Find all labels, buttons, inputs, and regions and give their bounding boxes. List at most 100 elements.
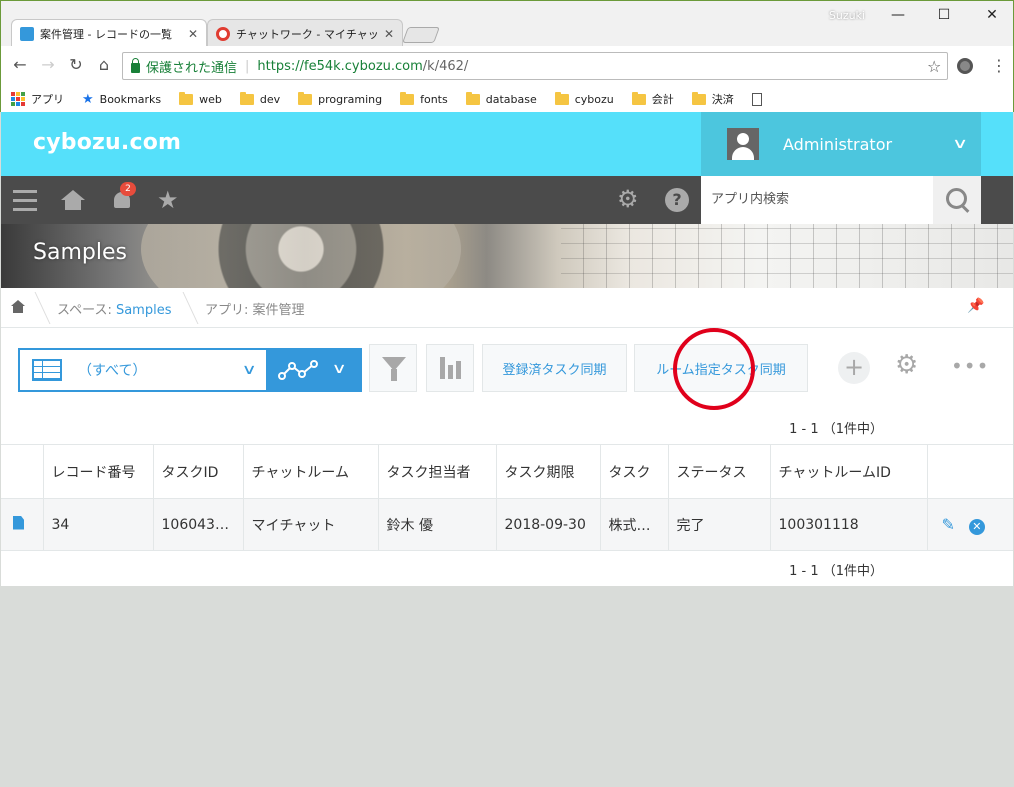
- record-detail-cell[interactable]: [1, 498, 44, 551]
- bookmark-folder-database[interactable]: database: [465, 91, 537, 106]
- tab-title: 案件管理 - レコードの一覧: [40, 27, 172, 41]
- bookmark-folder-accounting[interactable]: 会計: [631, 91, 674, 107]
- page-icon: [751, 92, 762, 106]
- secure-label: 保護された通信: [146, 60, 238, 76]
- table-header[interactable]: タスク担当者: [378, 444, 497, 499]
- records-table: レコード番号 タスクID チャットルーム タスク担当者 タスク期限 タスク ステ…: [1, 444, 1013, 551]
- chevron-down-icon: ∨: [951, 136, 969, 152]
- table-cell: 鈴木 優: [378, 498, 497, 551]
- bookmark-bookmarks[interactable]: ★ Bookmarks: [82, 92, 161, 107]
- secure-indicator[interactable]: 保護された通信: [131, 57, 237, 76]
- minimize-button[interactable]: —: [883, 5, 913, 25]
- reload-icon[interactable]: ↻: [65, 54, 87, 76]
- breadcrumb-space: スペース: Samples: [57, 299, 171, 318]
- bookmark-label: web: [199, 92, 222, 106]
- portal-home-icon[interactable]: [61, 190, 85, 210]
- graph-selector[interactable]: ∨: [268, 348, 362, 392]
- bookmark-label: 会計: [651, 93, 674, 106]
- address-bar[interactable]: 保護された通信 | https://fe54k.cybozu.com/k/462…: [122, 52, 948, 80]
- table-header[interactable]: ステータス: [668, 444, 771, 499]
- favorites-star-icon[interactable]: ★: [157, 186, 179, 214]
- home-icon[interactable]: ⌂: [93, 54, 115, 76]
- lock-icon: [131, 58, 140, 73]
- folder-icon: [239, 91, 254, 105]
- add-record-button[interactable]: +: [838, 352, 870, 384]
- banner-title: Samples: [33, 240, 127, 265]
- breadcrumb: スペース: Samples アプリ: 案件管理 📌: [1, 288, 1013, 328]
- table-cell: マイチャット: [243, 498, 379, 551]
- more-options-icon[interactable]: •••: [951, 354, 989, 378]
- tab-chatwork[interactable]: チャットワーク - マイチャット ✕: [207, 19, 403, 47]
- url-path: /k/462/: [422, 58, 469, 74]
- filter-button[interactable]: [369, 344, 417, 392]
- bookmark-folder-dev[interactable]: dev: [239, 91, 280, 106]
- folder-icon: [298, 91, 313, 105]
- browser-menu-icon[interactable]: ⋮: [991, 56, 1007, 75]
- bookmark-label: cybozu: [574, 92, 614, 106]
- table-header[interactable]: タスクID: [153, 444, 244, 499]
- bookmark-folder-cybozu[interactable]: cybozu: [554, 91, 614, 106]
- bookmark-page[interactable]: [751, 92, 762, 106]
- app-search-input[interactable]: アプリ内検索: [701, 176, 933, 224]
- cybozu-logo[interactable]: cybozu.com: [33, 130, 181, 155]
- forward-arrow-icon[interactable]: →: [37, 54, 59, 76]
- bar-chart-icon: [448, 365, 453, 379]
- view-selector-label: （すべて）: [78, 363, 147, 379]
- tab-close-icon[interactable]: ✕: [188, 27, 198, 41]
- user-name: Administrator: [783, 134, 893, 154]
- breadcrumb-space-link[interactable]: Samples: [116, 303, 172, 318]
- registered-task-sync-button[interactable]: 登録済タスク同期: [482, 344, 627, 392]
- table-header[interactable]: レコード番号: [43, 444, 154, 499]
- record-detail-icon[interactable]: [13, 515, 24, 530]
- new-tab-button[interactable]: [402, 27, 440, 43]
- bookmark-folder-web[interactable]: web: [179, 91, 222, 106]
- table-cell: 106043…: [153, 498, 244, 551]
- menu-icon[interactable]: [13, 190, 37, 211]
- tab-close-icon[interactable]: ✕: [384, 27, 394, 41]
- pin-icon[interactable]: 📌: [967, 298, 984, 314]
- settings-gear-icon[interactable]: ⚙: [617, 185, 639, 213]
- bookmark-folder-fonts[interactable]: fonts: [400, 91, 448, 106]
- graph-button[interactable]: [426, 344, 474, 392]
- maximize-button[interactable]: ☐: [929, 5, 959, 25]
- chevron-down-icon: ∨: [241, 362, 257, 378]
- table-header[interactable]: タスク: [600, 444, 669, 499]
- table-header[interactable]: チャットルームID: [770, 444, 928, 499]
- edit-pencil-icon[interactable]: ✎: [942, 515, 955, 534]
- table-header[interactable]: タスク期限: [496, 444, 601, 499]
- table-header-row: レコード番号 タスクID チャットルーム タスク担当者 タスク期限 タスク ステ…: [1, 444, 1013, 499]
- bookmark-label: fonts: [420, 92, 448, 106]
- app-settings-gear-icon[interactable]: ⚙: [895, 350, 918, 380]
- tab-title: チャットワーク - マイチャット: [236, 27, 378, 41]
- user-menu[interactable]: Administrator ∨: [701, 112, 981, 176]
- tab-kintone[interactable]: 案件管理 - レコードの一覧 ✕: [11, 19, 207, 47]
- breadcrumb-app: アプリ: 案件管理: [205, 303, 305, 318]
- search-icon[interactable]: [933, 176, 981, 224]
- delete-icon[interactable]: ✕: [968, 518, 985, 535]
- breadcrumb-space-label: スペース:: [57, 303, 116, 318]
- table-header[interactable]: チャットルーム: [243, 444, 379, 499]
- bookmarks-bar: アプリ ★ Bookmarks web dev programing fonts…: [0, 86, 1014, 112]
- bookmark-folder-programing[interactable]: programing: [298, 91, 382, 106]
- chatwork-favicon-icon: [216, 26, 230, 41]
- record-list-area: （すべて） ∨ ∨ 登録済タスク同期 ルーム指定タスク同期 + ⚙ ••• 1 …: [1, 328, 1013, 586]
- table-cell: 100301118: [770, 498, 928, 551]
- extension-icon[interactable]: [957, 58, 973, 74]
- space-banner: Samples: [1, 224, 1013, 288]
- avatar: [727, 128, 759, 160]
- folder-icon: [400, 91, 415, 105]
- back-arrow-icon[interactable]: ←: [9, 54, 31, 76]
- view-selector[interactable]: （すべて） ∨: [18, 348, 268, 392]
- bookmark-star-icon[interactable]: ☆: [927, 57, 941, 76]
- bookmark-folder-payment[interactable]: 決済: [691, 91, 734, 107]
- folder-icon: [631, 91, 646, 105]
- browser-titlebar: 案件管理 - レコードの一覧 ✕ チャットワーク - マイチャット ✕ Suzu…: [0, 0, 1014, 47]
- bookmark-apps[interactable]: アプリ: [11, 91, 64, 107]
- help-icon[interactable]: ?: [665, 188, 689, 212]
- breadcrumb-home-icon[interactable]: [11, 300, 25, 314]
- profile-name[interactable]: Suzuki: [829, 9, 865, 22]
- notification-badge: 2: [120, 182, 136, 196]
- close-window-button[interactable]: ✕: [977, 5, 1007, 25]
- row-actions: ✎ ✕: [927, 498, 1013, 551]
- breadcrumb-divider: [169, 292, 199, 324]
